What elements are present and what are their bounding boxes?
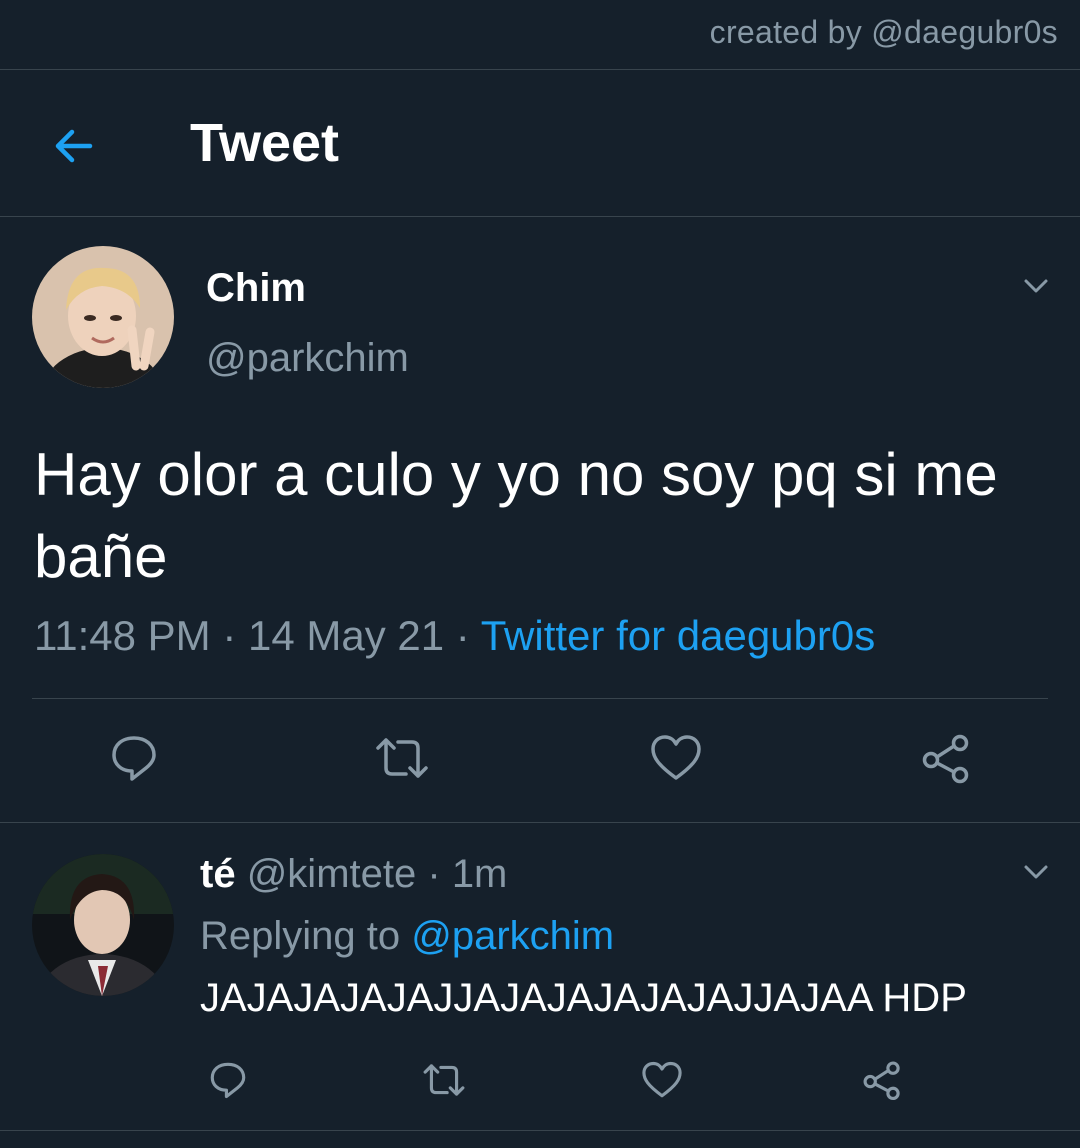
- tweet-meta: 11:48 PM · 14 May 21 · Twitter for daegu…: [34, 612, 875, 660]
- retweet-icon[interactable]: [422, 1058, 466, 1102]
- avatar[interactable]: [32, 246, 174, 388]
- chevron-down-icon[interactable]: [1020, 270, 1052, 302]
- like-icon[interactable]: [640, 1058, 684, 1102]
- meta-separator: ·: [427, 852, 441, 896]
- tweet-time: 11:48 PM: [34, 612, 211, 659]
- tweet-date: 14 May 21: [248, 612, 445, 659]
- page-title: Tweet: [190, 113, 340, 173]
- replying-to-label: Replying to: [200, 914, 401, 958]
- share-icon[interactable]: [918, 730, 974, 786]
- reply-author-handle[interactable]: @kimtete: [247, 852, 417, 896]
- chevron-down-icon[interactable]: [1020, 856, 1052, 888]
- tweet-text: Hay olor a culo y yo no soy pq si me bañ…: [34, 441, 998, 590]
- retweet-icon[interactable]: [374, 730, 430, 786]
- bottom-divider: [0, 1130, 1080, 1131]
- header-divider: [0, 216, 1080, 217]
- reply-text: JAJAJAJAJAJJAJAJAJAJAJAJJAJAA HDP: [200, 976, 967, 1020]
- reply-icon[interactable]: [106, 730, 162, 786]
- like-icon[interactable]: [648, 730, 704, 786]
- replying-to: Replying to @parkchim: [200, 914, 614, 959]
- reply-header: té @kimtete · 1m: [200, 852, 507, 897]
- replying-to-handle[interactable]: @parkchim: [411, 914, 614, 958]
- reply-age: 1m: [451, 852, 508, 896]
- tweet-divider: [32, 698, 1048, 699]
- reply-author-name[interactable]: té: [200, 852, 236, 896]
- reply-icon[interactable]: [206, 1058, 250, 1102]
- tweet-source-link[interactable]: Twitter for daegubr0s: [481, 612, 876, 659]
- meta-separator: ·: [222, 612, 237, 659]
- share-icon[interactable]: [860, 1058, 904, 1102]
- avatar[interactable]: [32, 854, 174, 996]
- top-divider: [0, 69, 1080, 70]
- credit-text: created by @daegubr0s: [709, 14, 1058, 50]
- section-divider: [0, 822, 1080, 823]
- arrow-left-icon[interactable]: [50, 122, 98, 170]
- meta-separator: ·: [455, 612, 470, 659]
- author-handle[interactable]: @parkchim: [206, 336, 409, 381]
- author-name[interactable]: Chim: [206, 266, 306, 311]
